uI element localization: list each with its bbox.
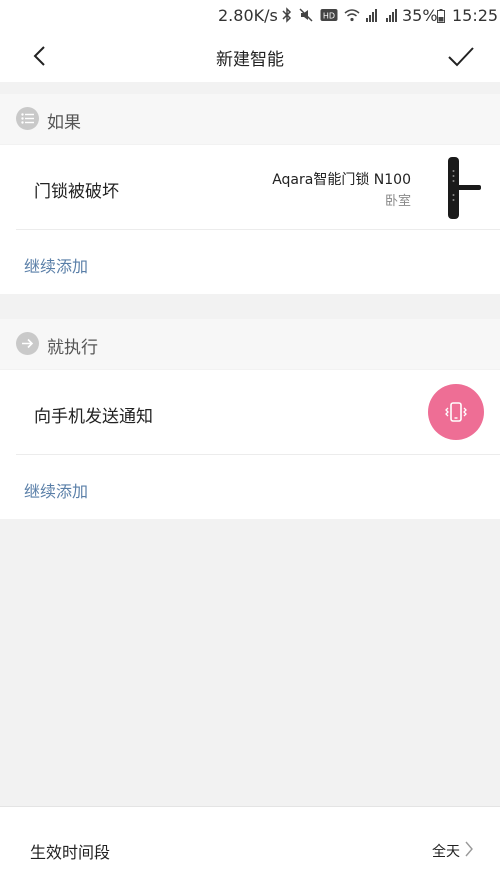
if-add-more-link[interactable]: 继续添加: [24, 253, 88, 277]
if-section-label: 如果: [47, 113, 81, 133]
chevron-right-icon: [465, 841, 473, 857]
then-section-label: 就执行: [47, 338, 98, 358]
trigger-label: 门锁被破坏: [34, 182, 119, 202]
effective-time-row[interactable]: 生效时间段 全天: [0, 806, 500, 890]
svg-text:HD: HD: [323, 12, 335, 21]
trigger-row[interactable]: 门锁被破坏 Aqara智能门锁 N100 卧室: [0, 145, 500, 229]
divider: [16, 454, 500, 455]
door-lock-icon: [448, 157, 481, 219]
hd-icon: HD: [320, 9, 338, 21]
device-room: 卧室: [384, 194, 411, 209]
effective-time-value: 全天: [432, 844, 460, 860]
if-card: 门锁被破坏 Aqara智能门锁 N100 卧室 继续添加: [0, 145, 500, 294]
page-title: 新建智能: [216, 50, 284, 70]
mute-icon: [299, 8, 313, 22]
status-bar: 2.80K/s HD 35% 15:25: [0, 0, 500, 32]
then-card: 向手机发送通知 继续添加: [0, 370, 500, 519]
status-icons: HD: [282, 7, 398, 23]
header: 新建智能: [0, 32, 500, 82]
wifi-icon: [344, 9, 360, 22]
device-name: Aqara智能门锁 N100: [272, 172, 411, 188]
then-section-header: 就执行: [0, 319, 500, 369]
checkmark-icon[interactable]: [446, 44, 476, 70]
signal-4g-icon: [386, 9, 397, 22]
signal-icon: [366, 9, 377, 22]
battery-icon: [437, 9, 445, 23]
action-label: 向手机发送通知: [34, 407, 153, 427]
effective-time-label: 生效时间段: [30, 843, 111, 862]
divider: [16, 229, 500, 230]
then-add-more-link[interactable]: 继续添加: [24, 478, 88, 502]
clock: 15:25: [452, 6, 499, 25]
network-speed: 2.80K/s: [218, 6, 278, 25]
if-section-header: 如果: [0, 94, 500, 144]
arrow-right-icon: [16, 332, 39, 355]
bluetooth-icon: [282, 7, 292, 23]
action-row[interactable]: 向手机发送通知: [0, 370, 500, 454]
battery-percent: 35%: [402, 6, 438, 25]
phone-vibrate-icon: [428, 384, 484, 440]
list-icon: [16, 107, 39, 130]
